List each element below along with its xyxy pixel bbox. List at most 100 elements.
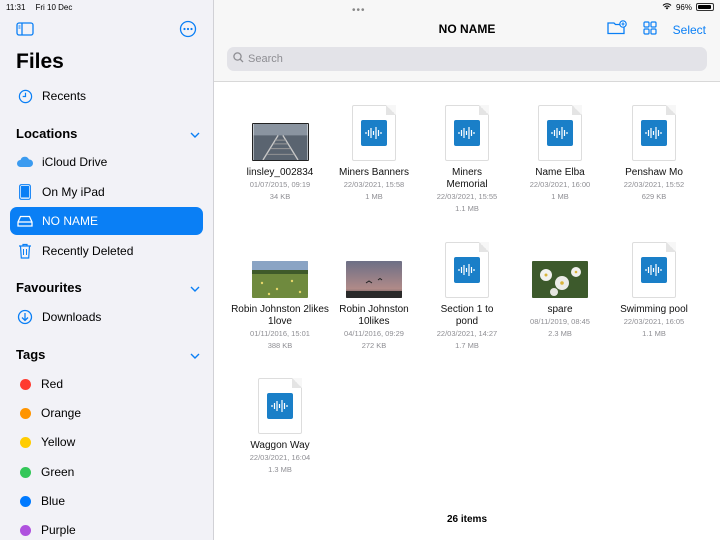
battery-percent: 96% <box>675 2 692 12</box>
sidebar-tag-green[interactable]: Green <box>10 458 203 486</box>
file-name: Miners Memorial <box>446 167 488 190</box>
favourites-header[interactable]: Favourites <box>16 280 200 295</box>
file-name: Penshaw Mo <box>625 167 683 178</box>
file-item[interactable]: Name Elba 22/03/2021, 16:00 1 MB <box>510 101 610 203</box>
audio-file-icon <box>352 105 396 161</box>
sidebar-tag-blue[interactable]: Blue <box>10 487 203 515</box>
sidebar-item-label: Red <box>41 377 64 391</box>
status-date: Fri 10 Dec <box>35 2 73 12</box>
sidebar-item-label: Yellow <box>41 435 76 449</box>
audio-file-icon <box>632 242 676 298</box>
file-date: 22/03/2021, 15:55 <box>436 192 498 201</box>
file-name: Robin Johnston 10likes <box>339 304 409 327</box>
sidebar-item-label: On My iPad <box>42 185 105 199</box>
file-item[interactable]: Waggon Way 22/03/2021, 16:04 1.3 MB <box>230 374 330 476</box>
sidebar-item-on-my-ipad[interactable]: On My iPad <box>10 178 203 206</box>
locations-header[interactable]: Locations <box>16 126 200 141</box>
grid-view-icon[interactable] <box>643 20 657 40</box>
section-title: Tags <box>16 347 46 362</box>
sidebar-item-downloads[interactable]: Downloads <box>10 303 203 331</box>
file-date: 22/03/2021, 15:52 <box>623 180 685 189</box>
more-options-icon[interactable] <box>179 20 197 43</box>
search-bar[interactable] <box>227 47 707 71</box>
file-item[interactable]: Miners Memorial 22/03/2021, 15:55 1.1 MB <box>417 101 517 215</box>
file-size: 1 MB <box>551 192 569 201</box>
sidebar-item-label: Blue <box>41 494 66 508</box>
file-item[interactable]: Swimming pool 22/03/2021, 16:05 1.1 MB <box>604 238 704 340</box>
chevron-down-icon <box>190 280 200 295</box>
file-name: Name Elba <box>535 167 585 178</box>
drive-icon <box>16 212 34 230</box>
tag-color-dot <box>20 407 31 419</box>
file-name: Robin Johnston 2likes 1love <box>231 304 329 327</box>
sidebar-tag-red[interactable]: Red <box>10 370 203 398</box>
select-button[interactable]: Select <box>673 23 706 37</box>
sidebar-toggle-icon[interactable] <box>16 21 34 41</box>
search-icon <box>233 50 244 68</box>
file-name: linsley_002834 <box>246 167 314 178</box>
sidebar-item-label: Recents <box>42 89 87 103</box>
audio-file-icon <box>445 242 489 298</box>
section-title: Locations <box>16 126 78 141</box>
file-date: 04/11/2016, 09:29 <box>344 329 404 338</box>
sidebar-item-icloud-drive[interactable]: iCloud Drive <box>10 148 203 176</box>
file-size: 629 KB <box>641 192 667 201</box>
file-size: 1.1 MB <box>642 329 666 338</box>
tag-color-dot <box>20 436 31 448</box>
main-panel: ••• NO NAME Select linsley_00 <box>214 0 720 540</box>
file-item[interactable]: Robin Johnston 2likes 1love 01/11/2016, … <box>230 238 330 352</box>
file-item[interactable]: Robin Johnston 10likes 04/11/2016, 09:29… <box>324 238 424 352</box>
item-count: 26 items <box>446 514 488 525</box>
file-size: 1 MB <box>365 192 383 201</box>
sidebar-tag-yellow[interactable]: Yellow <box>10 428 203 456</box>
file-size: 1.3 MB <box>268 465 292 474</box>
file-size: 272 KB <box>361 341 387 350</box>
sidebar-tag-purple[interactable]: Purple <box>10 516 203 540</box>
tag-color-dot <box>20 524 31 536</box>
new-folder-icon[interactable] <box>606 20 627 40</box>
file-name: Swimming pool <box>620 304 688 315</box>
file-date: 22/03/2021, 15:58 <box>343 180 405 189</box>
ipad-icon <box>16 183 34 201</box>
file-size: 1.1 MB <box>455 204 479 213</box>
sidebar-tag-orange[interactable]: Orange <box>10 399 203 427</box>
file-item[interactable]: Miners Banners 22/03/2021, 15:58 1 MB <box>324 101 424 203</box>
sidebar-item-label: Orange <box>41 406 82 420</box>
file-date: 01/11/2016, 15:01 <box>250 329 310 338</box>
file-name: Waggon Way <box>250 440 310 451</box>
status-bar: 11:31 Fri 10 Dec 96% <box>0 0 720 14</box>
file-name: Miners Banners <box>338 167 410 178</box>
sidebar-item-recents[interactable]: Recents <box>10 82 203 110</box>
file-date: 22/03/2021, 14:27 <box>436 329 498 338</box>
section-title: Favourites <box>16 280 82 295</box>
photo-thumbnail <box>346 261 402 298</box>
battery-icon <box>696 3 714 11</box>
clock-icon <box>16 87 34 105</box>
file-item[interactable]: linsley_002834 01/07/2015, 09:19 34 KB <box>230 101 330 203</box>
file-size: 388 KB <box>267 341 293 350</box>
file-date: 22/03/2021, 16:05 <box>623 317 685 326</box>
file-item[interactable]: Penshaw Mo 22/03/2021, 15:52 629 KB <box>604 101 704 203</box>
status-time: 11:31 <box>6 2 26 12</box>
file-date: 01/07/2015, 09:19 <box>249 180 311 189</box>
file-size: 34 KB <box>269 192 291 201</box>
sidebar: Files Recents Locations iCloud Drive On … <box>0 0 214 540</box>
sidebar-item-no-name[interactable]: NO NAME <box>10 207 203 235</box>
photo-thumbnail <box>251 123 309 161</box>
cloud-icon <box>16 153 34 171</box>
file-item[interactable]: Section 1 to pond 22/03/2021, 14:27 1.7 … <box>417 238 517 352</box>
photo-thumbnail <box>532 261 588 298</box>
file-name: spare <box>547 304 573 315</box>
audio-file-icon <box>632 105 676 161</box>
file-date: 08/11/2019, 08:45 <box>530 317 590 326</box>
search-input[interactable] <box>248 53 688 65</box>
file-item[interactable]: spare 08/11/2019, 08:45 2.3 MB <box>510 238 610 340</box>
sidebar-title: Files <box>16 50 64 73</box>
wifi-icon <box>662 2 672 12</box>
sidebar-item-recently-deleted[interactable]: Recently Deleted <box>10 237 203 265</box>
tag-color-dot <box>20 466 31 478</box>
file-date: 22/03/2021, 16:04 <box>249 453 311 462</box>
download-icon <box>16 308 34 326</box>
sidebar-item-label: Downloads <box>42 310 102 324</box>
tags-header[interactable]: Tags <box>16 347 200 362</box>
